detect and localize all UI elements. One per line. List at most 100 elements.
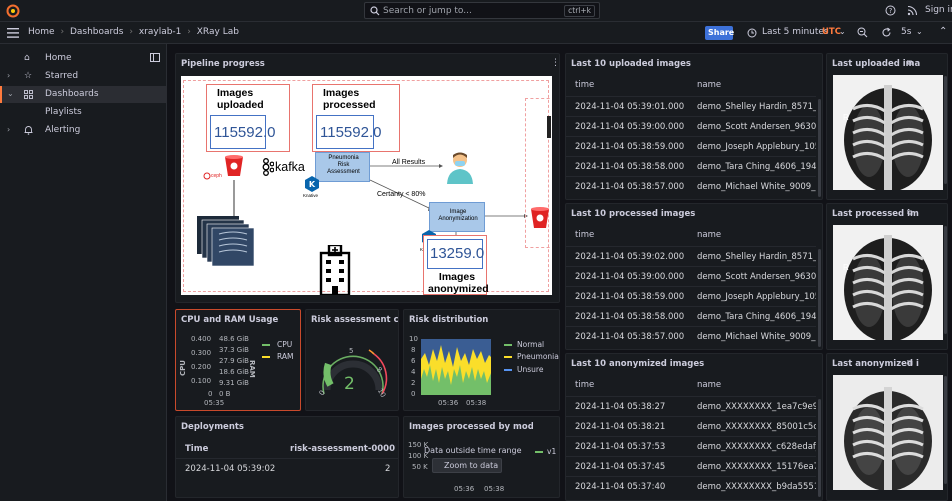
chevron-down-icon[interactable]: ⌄ — [916, 27, 923, 36]
table-cell-time: 2024-11-04 05:38:59.000 — [575, 142, 685, 152]
scrollbar[interactable] — [818, 99, 821, 197]
table-cell-name: demo_XXXXXXXX_85001c5c_XX — [697, 422, 816, 432]
table-row[interactable]: 2024-11-04 05:38:57.000 demo_Michael Whit… — [566, 176, 816, 197]
chevron-down-icon[interactable]: ⌄ — [839, 27, 846, 36]
panel-title: Deployments — [181, 422, 244, 432]
legend-normal[interactable]: Normal — [517, 340, 544, 349]
risk-distribution-chart — [421, 339, 491, 395]
sign-in-link[interactable]: Sign in — [925, 5, 952, 15]
table-row[interactable]: 2024-11-04 05:37:53 demo_XXXXXXXX_c628eda… — [566, 436, 816, 457]
legend-unsure[interactable]: Unsure — [517, 365, 543, 374]
uploaded-images-panel: Last 10 uploaded images time name 2024-1… — [565, 53, 823, 200]
chevron-right-icon[interactable]: › — [7, 71, 10, 80]
bell-icon — [24, 126, 33, 135]
last-processed-image-panel: Last processed im ⧉ R — [826, 203, 948, 350]
table-row[interactable]: 2024-11-04 05:37:45 demo_XXXXXXXX_15176ea… — [566, 456, 816, 477]
chevron-up-icon[interactable]: ⌃ — [939, 26, 947, 37]
breadcrumb-folder[interactable]: xraylab-1 — [139, 27, 182, 37]
menu-icon[interactable] — [7, 28, 19, 38]
sidebar-item-dashboards[interactable]: ⌄ Dashboards — [0, 86, 167, 103]
sidebar-item-playlists[interactable]: Playlists — [0, 104, 167, 121]
rss-icon[interactable] — [907, 5, 918, 16]
column-header-time[interactable]: time — [575, 380, 594, 390]
table-row: 2024-11-04 05:39:02 2 — [176, 458, 398, 479]
column-header-name[interactable]: name — [697, 230, 721, 240]
scrollbar[interactable] — [944, 376, 947, 484]
panel-title: Last 10 uploaded images — [571, 59, 691, 69]
table-row[interactable]: 2024-11-04 05:38:21 demo_XXXXXXXX_85001c5… — [566, 416, 816, 437]
external-link-icon[interactable]: ⧉ — [907, 208, 913, 218]
scrollbar[interactable] — [818, 249, 821, 347]
refresh-icon[interactable] — [881, 27, 892, 38]
ram-tick: 37.3 GiB — [219, 346, 249, 354]
panel-title: Pipeline progress — [181, 59, 265, 69]
column-header-time[interactable]: time — [575, 80, 594, 90]
no-data-message: Data outside time range — [424, 446, 522, 455]
grafana-logo-icon[interactable] — [6, 4, 20, 18]
legend-cpu[interactable]: CPU — [277, 340, 292, 349]
xray-stack-icon — [197, 216, 255, 267]
column-header-time[interactable]: Time — [185, 444, 208, 454]
ram-tick: 48.6 GiB — [219, 335, 249, 343]
table-row[interactable]: 2024-11-04 05:39:00.000 demo_Scott Anders… — [566, 116, 816, 137]
hospital-building-icon — [319, 245, 351, 295]
chevron-down-icon[interactable]: ⌄ — [7, 89, 14, 98]
table-row[interactable]: 2024-11-04 05:39:01.000 demo_Shelley Hard… — [566, 96, 816, 117]
sidebar-item-starred[interactable]: › ☆ Starred — [0, 68, 167, 85]
column-header-deployment[interactable]: risk-assessment-00001-c — [290, 444, 396, 454]
xray-image: R — [833, 225, 943, 340]
breadcrumb-dashboards[interactable]: Dashboards — [70, 27, 124, 37]
zoom-out-icon[interactable] — [857, 27, 868, 38]
chevron-right-icon[interactable]: › — [7, 125, 10, 134]
column-header-name[interactable]: name — [697, 80, 721, 90]
breadcrumb-home[interactable]: Home — [28, 27, 55, 37]
sidebar: ⌂ Home › ☆ Starred ⌄ Dashboards Playlist… — [0, 44, 167, 501]
legend-swatch-v1 — [535, 451, 543, 453]
table-row[interactable]: 2024-11-04 05:38:58.000 demo_Tara Ching_4… — [566, 156, 816, 177]
table-row[interactable]: 2024-11-04 05:38:58.000 demo_Tara Ching_4… — [566, 306, 816, 327]
scrollbar[interactable] — [944, 226, 947, 334]
refresh-interval-picker[interactable]: 5s — [901, 27, 911, 37]
zoom-to-data-button[interactable]: Zoom to data — [432, 458, 502, 473]
column-header-time[interactable]: time — [575, 230, 594, 240]
table-row[interactable]: 2024-11-04 05:38:57.000 demo_Michael Whit… — [566, 326, 816, 347]
panel-title: CPU and RAM Usage — [181, 315, 279, 325]
sidebar-item-label: Starred — [45, 71, 79, 81]
sidebar-item-alerting[interactable]: › Alerting — [0, 122, 167, 139]
external-link-icon[interactable]: ⧉ — [907, 358, 913, 368]
table-row[interactable]: 2024-11-04 05:39:00.000 demo_Scott Anders… — [566, 266, 816, 287]
legend-pneumonia[interactable]: Pneumonia — [517, 352, 559, 361]
panel-menu-icon[interactable]: ⋮ — [551, 58, 559, 68]
table-row[interactable]: 2024-11-04 05:38:27 demo_XXXXXXXX_1ea7c9e… — [566, 396, 816, 417]
search-input[interactable]: Search or jump to... ctrl+k — [364, 2, 600, 19]
table-cell-time: 2024-11-04 05:38:27 — [575, 402, 666, 412]
xray-marker: R — [843, 263, 849, 272]
table-cell: 2 — [385, 464, 391, 474]
column-header-name[interactable]: name — [697, 380, 721, 390]
table-cell-name: demo_Tara Ching_4606_1946-11 — [697, 162, 816, 172]
anonymized-value: 13259.0 — [430, 245, 485, 262]
table-row[interactable]: 2024-11-04 05:37:40 demo_XXXXXXXX_b9da555… — [566, 476, 816, 497]
deployments-panel: Deployments Time risk-assessment-00001-c… — [175, 416, 399, 498]
breadcrumb-separator: › — [60, 27, 65, 37]
search-placeholder: Search or jump to... — [383, 6, 472, 16]
table-row[interactable]: 2024-11-04 05:38:59.000 demo_Joseph Apple… — [566, 136, 816, 157]
table-cell-name: demo_Tara Ching_4606_1946-11 — [697, 312, 816, 322]
table-cell-name: demo_XXXXXXXX_c628edaf_X — [697, 442, 816, 452]
help-icon[interactable]: ? — [885, 5, 896, 16]
share-button[interactable]: Share — [705, 26, 734, 40]
scrollbar[interactable] — [944, 76, 947, 184]
legend-swatch-unsure — [504, 369, 512, 371]
breadcrumb-separator: › — [129, 27, 133, 37]
y-tick: 0 — [411, 390, 416, 398]
scrollbar[interactable] — [818, 399, 821, 497]
sidebar-item-home[interactable]: ⌂ Home — [0, 50, 167, 67]
external-link-icon[interactable]: ⧉ — [907, 58, 913, 68]
table-row[interactable]: 2024-11-04 05:38:59.000 demo_Joseph Apple… — [566, 286, 816, 307]
table-row[interactable]: 2024-11-04 05:39:02.000 demo_Shelley Hard… — [566, 246, 816, 267]
cpu-axis-label: CPU — [179, 360, 187, 376]
legend-v1[interactable]: v1 — [547, 447, 556, 456]
legend-ram[interactable]: RAM — [277, 352, 294, 361]
legend-swatch-cpu — [262, 344, 270, 346]
time-range-picker[interactable]: Last 5 minutes — [762, 27, 829, 37]
